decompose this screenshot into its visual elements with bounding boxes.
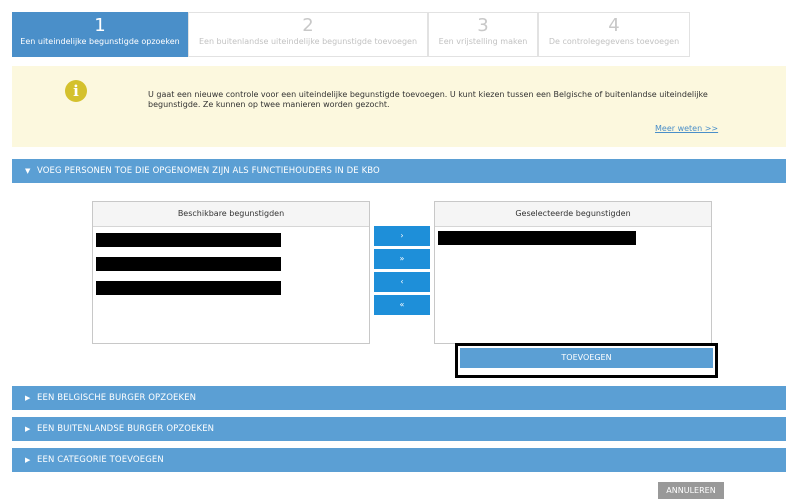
more-info-link[interactable]: Meer weten >> (655, 124, 718, 133)
step-number: 4 (608, 15, 620, 36)
step-label: Een vrijstelling maken (438, 37, 528, 46)
section-title: VOEG PERSONEN TOE DIE OPGENOMEN ZIJN ALS… (37, 166, 380, 176)
remove-all-button[interactable]: « (374, 295, 430, 315)
step-number: 3 (477, 15, 489, 36)
step-label: Een buitenlandse uiteindelijke begunstig… (198, 37, 418, 46)
caret-right-icon: ▶ (25, 425, 31, 433)
toevoegen-button[interactable]: TOEVOEGEN (460, 348, 713, 368)
step-4[interactable]: 4 De controlegegevens toevoegen (538, 12, 690, 57)
list-item[interactable] (96, 281, 281, 295)
add-all-button[interactable]: » (374, 249, 430, 269)
section-category-header[interactable]: ▶ EEN CATEGORIE TOEVOEGEN (12, 448, 786, 472)
step-label: Een uiteindelijke begunstigde opzoeken (20, 37, 180, 46)
step-1[interactable]: 1 Een uiteindelijke begunstigde opzoeken (12, 12, 188, 57)
section-kbo-header[interactable]: ▼ VOEG PERSONEN TOE DIE OPGENOMEN ZIJN AL… (12, 159, 786, 183)
list-item[interactable] (96, 257, 281, 271)
annuleren-button[interactable]: ANNULEREN (658, 482, 724, 499)
section-title: EEN BELGISCHE BURGER OPZOEKEN (37, 393, 197, 403)
section-title: EEN BUITENLANDSE BURGER OPZOEKEN (37, 424, 215, 434)
list-item[interactable] (438, 231, 636, 245)
caret-right-icon: ▶ (25, 394, 31, 402)
step-2[interactable]: 2 Een buitenlandse uiteindelijke begunst… (188, 12, 428, 57)
section-foreign-header[interactable]: ▶ EEN BUITENLANDSE BURGER OPZOEKEN (12, 417, 786, 441)
info-icon: i (65, 80, 87, 102)
info-text: U gaat een nieuwe controle voor een uite… (148, 90, 708, 109)
step-3[interactable]: 3 Een vrijstelling maken (428, 12, 538, 57)
section-title: EEN CATEGORIE TOEVOEGEN (37, 455, 164, 465)
add-one-button[interactable]: › (374, 226, 430, 246)
caret-down-icon: ▼ (25, 167, 31, 175)
step-number: 2 (302, 15, 314, 36)
selected-list[interactable]: Geselecteerde begunstigden (434, 201, 712, 344)
available-list-header: Beschikbare begunstigden (93, 202, 369, 227)
available-list[interactable]: Beschikbare begunstigden (92, 201, 370, 344)
caret-right-icon: ▶ (25, 456, 31, 464)
remove-one-button[interactable]: ‹ (374, 272, 430, 292)
selected-list-header: Geselecteerde begunstigden (435, 202, 711, 227)
step-label: De controlegegevens toevoegen (548, 37, 680, 46)
step-number: 1 (94, 15, 106, 36)
section-belgian-header[interactable]: ▶ EEN BELGISCHE BURGER OPZOEKEN (12, 386, 786, 410)
list-item[interactable] (96, 233, 281, 247)
